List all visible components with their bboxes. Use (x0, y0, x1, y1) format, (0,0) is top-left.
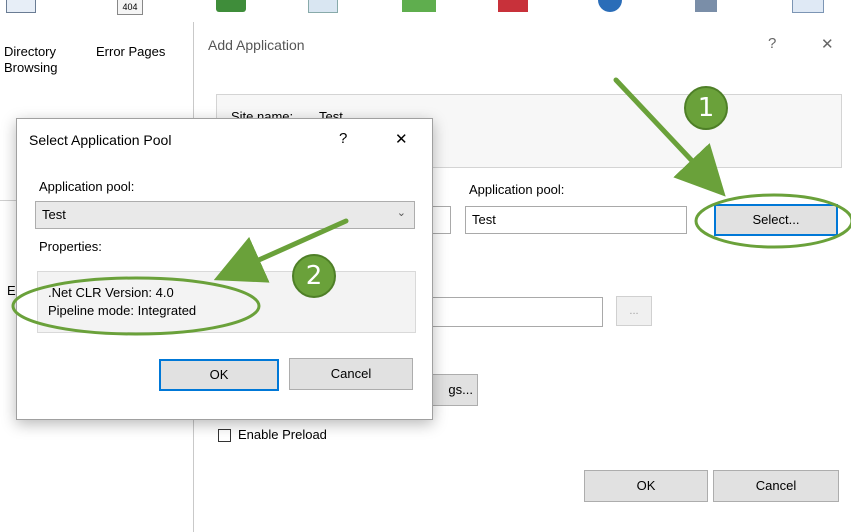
select-pool-cancel-button[interactable]: Cancel (289, 358, 413, 390)
background-divider (0, 200, 16, 201)
pool-select[interactable]: Test ⌄ (35, 201, 415, 229)
clr-version-text: .Net CLR Version: 4.0 (48, 285, 174, 300)
properties-label: Properties: (39, 239, 102, 254)
pool-label: Application pool: (39, 179, 135, 194)
select-pool-title: Select Application Pool (29, 132, 172, 148)
app-pool-field: Test (465, 206, 687, 234)
feature-icon-document-gear (308, 0, 338, 13)
enable-preload-checkbox[interactable] (218, 429, 231, 442)
background-partial-letter: E (7, 283, 16, 298)
feature-icon-green-arrow (216, 0, 246, 12)
add-application-title: Add Application (208, 37, 305, 53)
pool-select-value: Test (42, 207, 66, 222)
add-application-close-button[interactable]: ✕ (821, 35, 834, 53)
directory-browsing-feature[interactable]: Directory Browsing (4, 44, 57, 76)
select-pool-ok-button[interactable]: OK (159, 359, 279, 391)
feature-icon-globe (598, 0, 622, 12)
pipeline-mode-text: Pipeline mode: Integrated (48, 303, 197, 318)
add-application-help-button[interactable]: ? (768, 35, 776, 52)
feature-icon-green-list (402, 0, 436, 12)
add-application-ok-button[interactable]: OK (584, 470, 708, 502)
feature-icon-window (792, 0, 824, 13)
directory-browsing-icon (6, 0, 36, 13)
test-settings-label: gs... (448, 382, 473, 397)
feature-icon-red-blocked (498, 0, 528, 12)
feature-icon-server (695, 0, 717, 12)
app-pool-label: Application pool: (469, 182, 565, 197)
error-pages-feature[interactable]: Error Pages (96, 44, 165, 60)
chevron-down-icon: ⌄ (396, 207, 406, 219)
error-pages-icon: 404 (117, 0, 143, 15)
select-pool-help-button[interactable]: ? (339, 130, 347, 147)
step2-badge: 2 (292, 254, 336, 298)
select-application-pool-dialog: Select Application Pool ? ✕ Application … (16, 118, 433, 420)
add-application-cancel-button[interactable]: Cancel (713, 470, 839, 502)
error-pages-icon-text: 404 (122, 2, 138, 12)
enable-preload-label: Enable Preload (238, 427, 327, 442)
browse-path-button[interactable]: ... (616, 296, 652, 326)
step1-badge: 1 (684, 86, 728, 130)
properties-box: .Net CLR Version: 4.0 Pipeline mode: Int… (37, 271, 416, 333)
select-pool-close-button[interactable]: ✕ (395, 130, 408, 148)
select-pool-button[interactable]: Select... (714, 204, 838, 236)
